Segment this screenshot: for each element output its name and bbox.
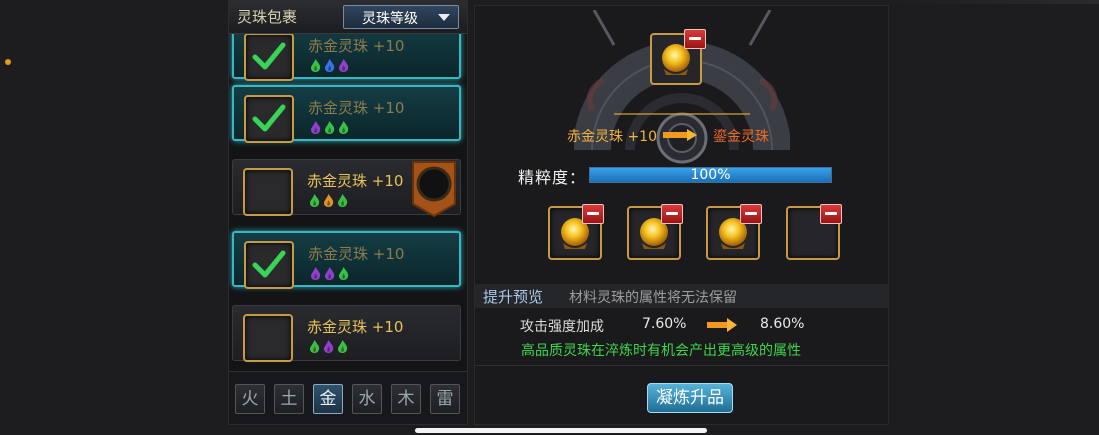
equipped-frame-icon	[412, 161, 456, 218]
orb-name: 赤金灵珠 +10	[307, 172, 404, 190]
bag-header: 灵珠包裹 灵珠等级	[229, 1, 467, 34]
sort-dropdown-label: 灵珠等级	[362, 11, 418, 27]
select-checkbox[interactable]	[243, 168, 293, 216]
select-checkbox[interactable]	[244, 241, 294, 289]
element-tab-metal[interactable]: 金	[313, 384, 343, 414]
chevron-down-icon	[438, 14, 450, 21]
target-orb-slot[interactable]	[650, 29, 706, 85]
material-slot-4[interactable]	[786, 204, 842, 260]
flame-icon	[311, 267, 321, 280]
flame-icon	[310, 340, 320, 353]
element-tab-water[interactable]: 水	[352, 384, 382, 414]
preview-header: 提升预览 材料灵珠的属性将无法保留	[475, 284, 888, 308]
orb-name: 赤金灵珠 +10	[307, 318, 404, 336]
preview-title: 提升预览	[483, 288, 544, 306]
orb-attributes	[309, 340, 348, 353]
purity-label: 精粹度：	[518, 168, 587, 187]
material-slot-3[interactable]	[706, 204, 762, 260]
element-tab-earth[interactable]: 土	[274, 384, 304, 414]
flame-icon	[338, 340, 348, 353]
orb-attributes	[309, 194, 348, 207]
purity-progress-bar: 100%	[589, 167, 832, 183]
stat-old-value: 7.60%	[642, 316, 687, 332]
flame-icon	[339, 59, 349, 72]
purity-value: 100%	[690, 167, 731, 183]
flame-icon	[339, 121, 349, 134]
sort-dropdown[interactable]: 灵珠等级	[343, 5, 459, 29]
checkmark-icon	[252, 42, 286, 70]
orb-slot[interactable]: 赤金灵珠 +10	[232, 231, 461, 289]
source-orb-name: 赤金灵珠 +10	[567, 129, 657, 145]
remove-material-button[interactable]	[740, 204, 762, 224]
orb-slot[interactable]: 赤金灵珠 +10	[232, 85, 461, 143]
refine-hint: 高品质灵珠在淬炼时有机会产出更高级的属性	[521, 343, 801, 359]
status-dot	[5, 59, 11, 65]
flame-icon	[324, 340, 334, 353]
flame-icon	[325, 267, 335, 280]
element-filter-bar: 火 土 金 水 木 雷	[229, 371, 467, 424]
target-orb-name: 鎏金灵珠	[713, 129, 769, 145]
home-indicator[interactable]	[415, 428, 707, 433]
arrow-right-icon	[663, 129, 697, 141]
flame-icon	[339, 267, 349, 280]
orb-name: 赤金灵珠 +10	[308, 245, 405, 263]
element-tab-thunder[interactable]: 雷	[430, 384, 460, 414]
flame-icon	[338, 194, 348, 207]
element-tab-wood[interactable]: 木	[391, 384, 421, 414]
select-checkbox[interactable]	[244, 95, 294, 143]
element-tab-fire[interactable]: 火	[235, 384, 265, 414]
flame-icon	[324, 194, 334, 207]
flame-icon	[311, 59, 321, 72]
remove-material-button[interactable]	[582, 204, 604, 224]
top-edge-shadow	[880, 0, 1099, 4]
flame-icon	[325, 59, 335, 72]
orb-name: 赤金灵珠 +10	[308, 37, 405, 55]
select-checkbox[interactable]	[244, 33, 294, 81]
flame-icon	[325, 121, 335, 134]
bag-title: 灵珠包裹	[237, 8, 298, 26]
checkmark-icon	[252, 250, 286, 278]
arrow-right-icon	[707, 318, 737, 332]
flame-icon	[310, 194, 320, 207]
divider	[474, 365, 889, 366]
preview-note: 材料灵珠的属性将无法保留	[569, 290, 737, 306]
flame-icon	[311, 121, 321, 134]
orb-slot[interactable]: 赤金灵珠 +10	[232, 159, 461, 218]
orb-attributes	[310, 267, 349, 280]
material-slot-2[interactable]	[627, 204, 683, 260]
remove-target-button[interactable]	[684, 29, 706, 49]
select-checkbox[interactable]	[243, 314, 293, 362]
orb-attributes	[310, 59, 349, 72]
stat-new-value: 8.60%	[760, 316, 805, 332]
remove-material-button[interactable]	[661, 204, 683, 224]
remove-material-button[interactable]	[820, 204, 842, 224]
material-slot-1[interactable]	[548, 204, 604, 260]
stat-label: 攻击强度加成	[520, 319, 604, 335]
refine-upgrade-button[interactable]: 凝炼升品	[647, 383, 733, 413]
checkmark-icon	[252, 104, 286, 132]
orb-name: 赤金灵珠 +10	[308, 99, 405, 117]
orb-attributes	[310, 121, 349, 134]
orb-slot[interactable]: 赤金灵珠 +10	[232, 305, 461, 362]
orb-bag-panel: 灵珠包裹 灵珠等级 赤金灵珠 +10 赤金灵珠 +10 赤金灵珠 +10 赤金灵珠 +…	[228, 0, 468, 425]
